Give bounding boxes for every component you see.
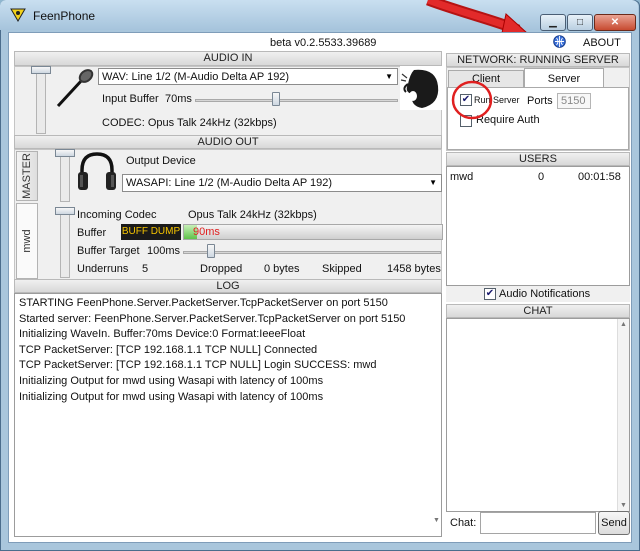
buffer-target-slider[interactable]: [183, 251, 441, 254]
tab-user-label: mwd: [21, 229, 33, 253]
user-volume-thumb[interactable]: [55, 207, 75, 215]
user-time: 00:01:58: [578, 171, 621, 183]
audio-notifications-label: Audio Notifications: [499, 288, 591, 300]
send-button[interactable]: Send: [598, 511, 630, 535]
dropped-label: Dropped: [200, 263, 243, 275]
input-buffer-slider[interactable]: [195, 99, 398, 102]
talking-person-icon: [400, 66, 442, 110]
chat-scrollbar[interactable]: ▲ ▼: [617, 319, 629, 511]
log-line: Initializing Output for mwd using Wasapi…: [19, 390, 324, 403]
user-name: mwd: [450, 171, 474, 183]
master-volume-slider[interactable]: [60, 150, 70, 202]
tab-master[interactable]: MASTER: [16, 151, 38, 201]
port-input[interactable]: 5150: [557, 93, 591, 109]
log-scroll-down-icon[interactable]: ▼: [433, 517, 440, 524]
master-volume-thumb[interactable]: [55, 149, 75, 157]
buffer-level-bar: [183, 224, 443, 240]
log-line: Started server: FeenPhone.Server.PacketS…: [19, 312, 406, 325]
about-link[interactable]: ABOUT: [583, 37, 621, 49]
input-buffer-label: Input Buffer: [102, 93, 159, 105]
dropped-value: 0 bytes: [264, 263, 300, 275]
log-header: LOG: [14, 279, 442, 293]
buffer-value: 90ms: [193, 226, 220, 238]
user-count: 0: [538, 171, 545, 183]
incoming-codec-label: Incoming Codec: [77, 209, 157, 221]
buff-dump-button[interactable]: BUFF DUMP: [121, 224, 181, 240]
log-line: Initializing Output for mwd using Wasapi…: [19, 374, 324, 387]
output-device-value: WASAPI: Line 1/2 (M-Audio Delta AP 192): [126, 177, 333, 189]
audio-notifications-checkbox[interactable]: ✔: [484, 288, 496, 300]
input-device-value: WAV: Line 1/2 (M-Audio Delta AP 192): [102, 71, 290, 83]
microphone-icon: [56, 69, 94, 108]
output-device-select[interactable]: WASAPI: Line 1/2 (M-Audio Delta AP 192) …: [122, 174, 442, 192]
tab-user-mwd[interactable]: mwd: [16, 203, 38, 279]
input-codec-label: CODEC: Opus Talk 24kHz (32kbps): [102, 117, 277, 129]
chat-input[interactable]: [480, 512, 596, 534]
scroll-down-icon[interactable]: ▼: [620, 502, 627, 509]
skipped-label: Skipped: [322, 263, 362, 275]
tab-master-label: MASTER: [21, 153, 33, 199]
scroll-up-icon[interactable]: ▲: [620, 321, 627, 328]
log-line: TCP PacketServer: [TCP 192.168.1.1 TCP N…: [19, 359, 377, 372]
input-device-select[interactable]: WAV: Line 1/2 (M-Audio Delta AP 192) ▼: [98, 68, 398, 85]
buffer-target-slider-thumb[interactable]: [207, 244, 215, 258]
chat-input-label: Chat:: [450, 517, 477, 529]
window-title: FeenPhone: [33, 9, 96, 23]
user-volume-slider[interactable]: [60, 208, 70, 278]
skipped-value: 1458 bytes: [387, 263, 441, 275]
version-label: beta v0.2.5533.39689: [270, 37, 377, 49]
audio-in-header: AUDIO IN: [14, 51, 442, 66]
log-line: Initializing WaveIn. Buffer:70ms Device:…: [19, 328, 306, 341]
buffer-label: Buffer: [77, 227, 107, 239]
chevron-down-icon: ▼: [429, 178, 437, 187]
log-line: TCP PacketServer: [TCP 192.168.1.1 TCP N…: [19, 343, 318, 356]
buffer-target-label: Buffer Target: [77, 245, 140, 257]
underruns-value: 5: [142, 263, 149, 275]
input-volume-slider[interactable]: [36, 68, 46, 134]
input-buffer-value: 70ms: [165, 93, 192, 105]
chat-header: CHAT: [446, 304, 630, 318]
close-button[interactable]: ✕: [594, 14, 636, 31]
tab-server[interactable]: Server: [524, 68, 604, 88]
users-header: USERS: [446, 152, 630, 166]
input-buffer-slider-thumb[interactable]: [272, 92, 280, 106]
log-line: STARTING FeenPhone.Server.PacketServer.T…: [19, 297, 388, 309]
user-row[interactable]: mwd 0 00:01:58: [450, 171, 626, 185]
red-circle-annotation-icon: [451, 80, 493, 120]
chevron-down-icon: ▼: [385, 72, 393, 81]
underruns-label: Underruns: [77, 263, 129, 275]
headphones-icon: [78, 152, 116, 190]
globe-icon[interactable]: [553, 35, 566, 48]
buffer-target-value: 100ms: [147, 245, 181, 257]
network-header: NETWORK: RUNNING SERVER: [446, 53, 630, 67]
incoming-codec-value: Opus Talk 24kHz (32kbps): [188, 209, 317, 221]
log-textbox[interactable]: STARTING FeenPhone.Server.PacketServer.T…: [14, 293, 442, 537]
feenphone-logo-icon: [10, 8, 26, 22]
output-device-label: Output Device: [126, 155, 196, 167]
chat-history[interactable]: [446, 318, 630, 512]
maximize-button[interactable]: □: [567, 14, 593, 31]
audio-out-header: AUDIO OUT: [14, 135, 442, 149]
input-volume-thumb[interactable]: [31, 66, 51, 74]
ports-label: Ports: [527, 95, 553, 107]
